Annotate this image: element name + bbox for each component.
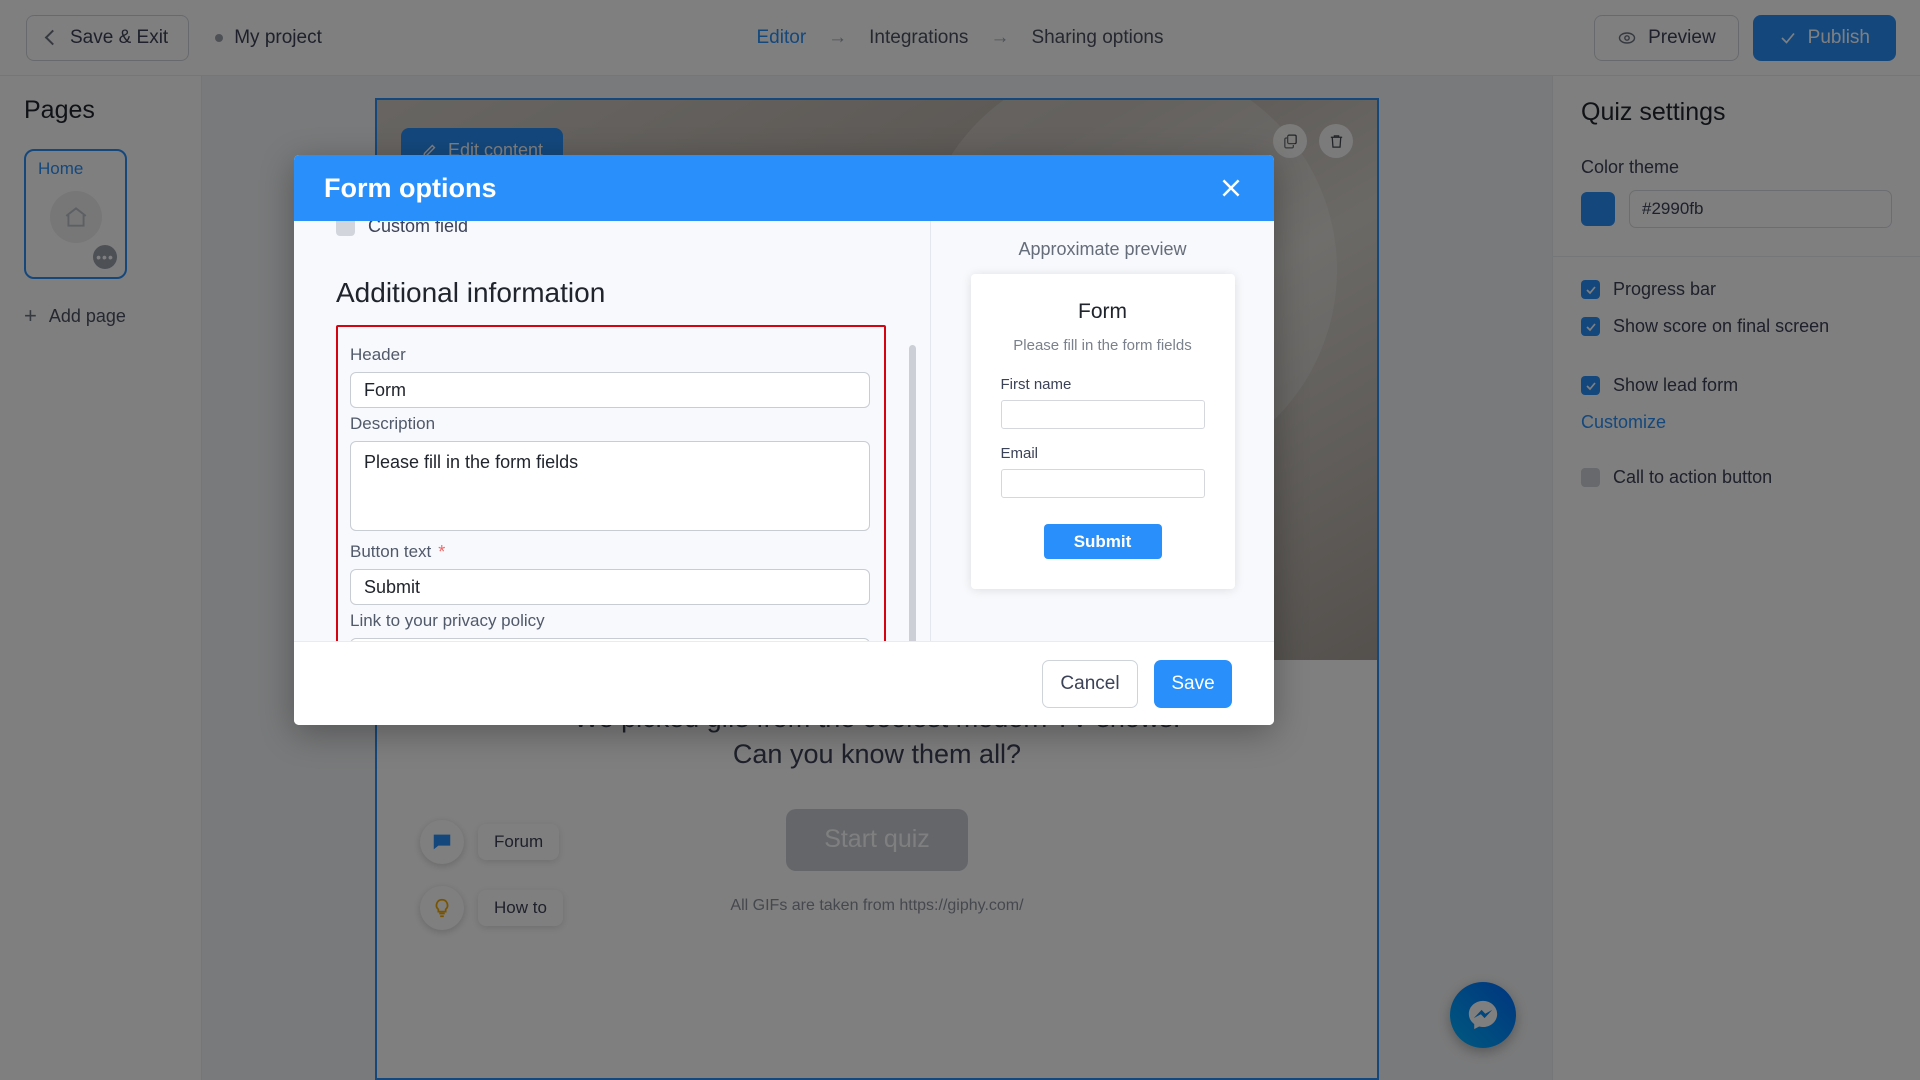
preview-submit-button[interactable]: Submit	[1043, 524, 1162, 559]
close-button[interactable]	[1214, 171, 1248, 205]
custom-field-row[interactable]: Custom field	[336, 221, 886, 243]
preview-email-input[interactable]	[1000, 469, 1205, 498]
button-text-field-label: Button text *	[350, 542, 870, 562]
close-icon	[1222, 179, 1240, 197]
modal-header: Form options	[294, 155, 1274, 221]
approximate-preview-caption: Approximate preview	[1018, 239, 1187, 259]
header-field-label: Header	[350, 345, 870, 365]
form-settings-scroll-content: Custom field Additional information Head…	[294, 221, 930, 641]
description-label-text: Description	[350, 414, 436, 433]
header-input[interactable]	[350, 372, 870, 408]
button-text-label-text: Button text	[350, 542, 432, 561]
form-preview-card: Form Please fill in the form fields Firs…	[970, 274, 1235, 589]
privacy-policy-label-text: Link to your privacy policy	[350, 611, 545, 630]
save-button[interactable]: Save	[1154, 659, 1232, 708]
preview-first-name-label: First name	[1000, 376, 1072, 393]
section-heading-additional-information: Additional information	[336, 277, 606, 308]
privacy-policy-field-label: Link to your privacy policy	[350, 611, 870, 631]
checkbox-custom-field[interactable]	[336, 221, 355, 236]
additional-information-group: Header Description Please fill in the fo…	[336, 325, 886, 641]
cancel-button[interactable]: Cancel	[1042, 659, 1138, 708]
modal-body: Custom field Additional information Head…	[294, 221, 1274, 641]
preview-form-subtitle: Please fill in the form fields	[1013, 337, 1192, 354]
form-options-modal: Form options Custom field Additional inf…	[294, 155, 1274, 725]
button-text-input[interactable]	[350, 569, 870, 605]
modal-footer: Cancel Save	[294, 641, 1274, 725]
preview-form-title: Form	[1078, 300, 1127, 323]
form-settings-column: Custom field Additional information Head…	[294, 221, 930, 641]
approximate-preview-column: Approximate preview Form Please fill in …	[930, 221, 1274, 641]
header-label-text: Header	[350, 345, 406, 364]
description-textarea[interactable]: Please fill in the form fields	[350, 441, 870, 531]
preview-email-label: Email	[1000, 445, 1039, 462]
custom-field-label: Custom field	[368, 221, 469, 236]
modal-scrollbar-thumb[interactable]	[909, 345, 916, 641]
description-field-label: Description	[350, 414, 870, 434]
preview-first-name-input[interactable]	[1000, 400, 1205, 429]
modal-title: Form options	[324, 172, 497, 203]
required-asterisk-icon: *	[438, 542, 446, 562]
privacy-policy-input[interactable]	[350, 638, 870, 641]
